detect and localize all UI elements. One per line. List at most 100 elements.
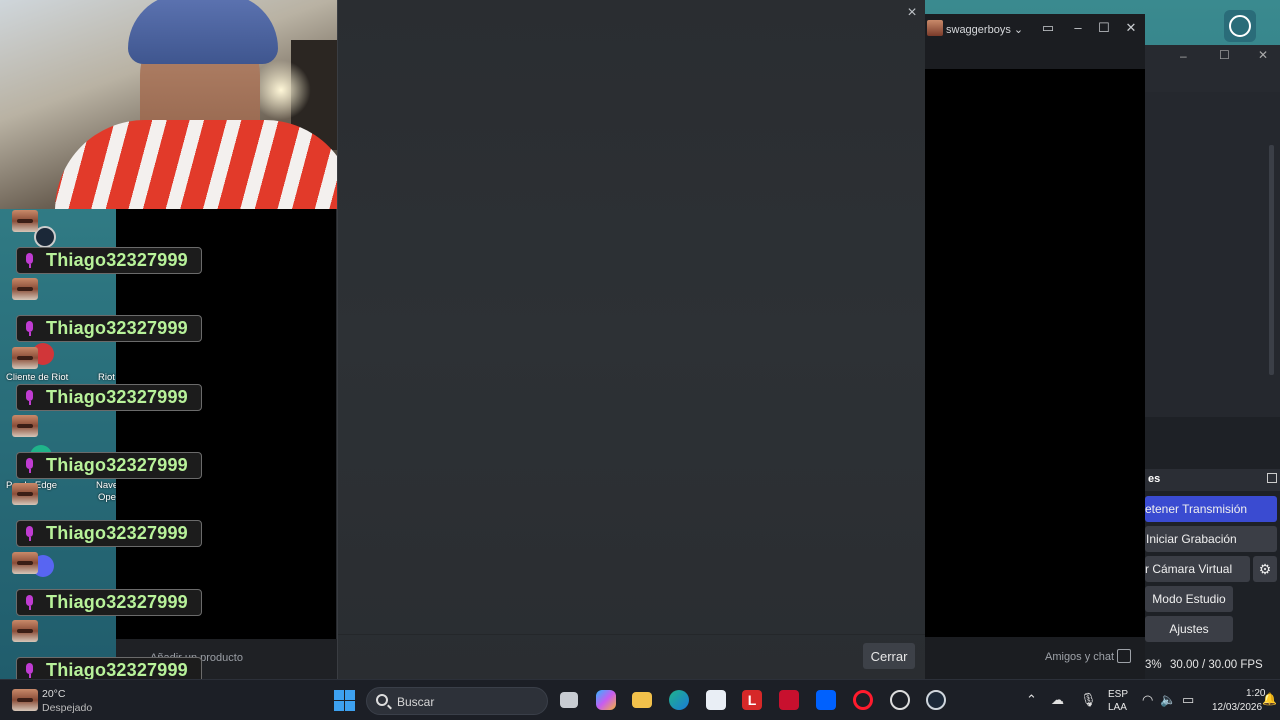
language-code[interactable]: ESP [1108,689,1128,700]
close-icon[interactable]: ✕ [1258,48,1268,62]
microphone-icon[interactable]: 🎙 [1080,692,1097,708]
steam-overlay-dialog: × Cerrar [337,0,926,679]
maximize-icon[interactable]: ☐ [1219,48,1230,62]
desktop-icon-label: Riot [98,372,115,383]
desktop-icon-label: Cliente de Riot [6,372,69,383]
store-icon[interactable] [706,690,726,710]
start-recording-label: Iniciar Grabación [1146,532,1237,546]
settings-label: Ajustes [1169,622,1209,636]
speaker-name: Thiago32327999 [46,250,188,270]
friends-chat-label[interactable]: Amigos y chat [1045,651,1114,663]
cloud-icon[interactable]: ☁ [1051,692,1064,708]
chevron-down-icon: ⌄ [1013,24,1024,36]
dialog-divider [338,634,926,635]
username-text: swaggerboys [946,24,1011,36]
popout-icon[interactable] [1267,473,1277,483]
steam-friends-window: swaggerboys ⌄ ▭ – ☐ ✕ Amigos y chat [925,14,1145,679]
avatar [12,347,38,369]
desktop-icon-label: Nave [96,480,119,491]
chevron-up-icon[interactable]: ⌃ [1026,692,1037,708]
notification-icon[interactable]: 🔔 [1262,692,1277,706]
username-label[interactable]: swaggerboys ⌄ [946,23,1023,36]
close-icon[interactable]: × [903,4,921,22]
taskbar: 20°C Despejado Buscar L ⌃ ☁ 🎙 ESP LAA ◠ … [0,679,1280,720]
search-placeholder: Buscar [397,695,435,709]
maximize-icon[interactable]: ☐ [1095,19,1113,37]
avatar [12,210,38,232]
steam-icon[interactable] [890,690,910,710]
studio-mode-button[interactable]: Modo Estudio [1145,586,1233,612]
webcam-feed [0,0,371,209]
keyboard-layout[interactable]: LAA [1108,702,1127,713]
obs-window: – ☐ ✕ es etener Transmisión Iniciar Grab… [1145,45,1280,679]
dropbox-icon[interactable] [816,690,836,710]
speaker-name: Thiago32327999 [46,660,188,680]
controls-title: es [1148,473,1161,485]
avatar [12,552,38,574]
obs-preview [1145,92,1280,417]
volume-icon[interactable]: 🔈 [1160,692,1176,708]
fps-readout: 30.00 / 30.00 FPS [1170,659,1263,671]
steam-active-icon[interactable] [926,690,946,710]
accessibility-icon[interactable] [1224,10,1256,42]
close-icon[interactable]: ✕ [1122,19,1140,37]
edge-icon[interactable] [669,690,689,710]
speaker-name: Thiago32327999 [46,387,188,407]
microphone-icon [23,525,37,542]
copilot-icon[interactable] [596,690,616,710]
settings-button[interactable]: Ajustes [1145,616,1233,642]
monitor-icon[interactable]: ▭ [1039,19,1057,37]
l-app-icon[interactable]: L [742,690,762,710]
weather-condition: Despejado [42,702,93,714]
friends-footer: Amigos y chat [925,637,1145,679]
friends-header: swaggerboys ⌄ ▭ – ☐ ✕ [925,14,1145,69]
battery-icon[interactable]: ▭ [1182,692,1194,708]
microphone-icon [23,389,37,406]
search-icon [376,694,388,706]
minimize-icon[interactable]: – [1180,49,1187,63]
avatar [12,415,38,437]
wifi-icon[interactable]: ◠ [1142,692,1153,708]
weather-temp: 20°C [42,688,66,700]
list-item: Thiago32327999 [16,384,202,411]
mcafee-icon[interactable] [779,690,799,710]
obs-titlebar: – ☐ ✕ [1145,45,1280,92]
chat-icon[interactable] [1117,649,1131,663]
weather-icon [12,689,38,711]
obs-controls-header: es [1145,469,1280,491]
opera-icon[interactable] [853,690,873,710]
avatar [12,483,38,505]
gear-icon[interactable]: ⚙ [1253,556,1277,582]
clock-date[interactable]: 12/03/2026 [1212,702,1262,713]
avatar[interactable] [927,20,943,36]
task-view-icon[interactable] [560,692,578,708]
virtual-camera-button[interactable]: r Cámara Virtual [1145,556,1250,582]
microphone-icon [23,320,37,337]
list-item: Thiago32327999 [16,247,202,274]
list-item: Thiago32327999 [16,520,202,547]
microphone-icon [23,662,37,679]
cpu-usage: 3% [1145,659,1162,671]
scrollbar[interactable] [1269,145,1274,375]
minimize-icon[interactable]: – [1069,19,1087,37]
file-explorer-icon[interactable] [632,692,652,708]
microphone-icon [23,457,37,474]
start-button[interactable] [334,690,355,711]
avatar [12,278,38,300]
close-button[interactable]: Cerrar [863,643,915,669]
avatar [12,620,38,642]
start-recording-button[interactable]: Iniciar Grabación [1145,526,1277,552]
search-input[interactable]: Buscar [366,687,548,715]
speaker-name: Thiago32327999 [46,455,188,475]
speaker-name: Thiago32327999 [46,318,188,338]
speaker-name: Thiago32327999 [46,592,188,612]
desktop-icon-label: Ope [98,492,116,503]
list-item: Thiago32327999 [16,452,202,479]
stop-stream-label: etener Transmisión [1145,502,1248,516]
list-item: Thiago32327999 [16,589,202,616]
studio-mode-label: Modo Estudio [1152,592,1226,606]
microphone-icon [23,252,37,269]
stop-stream-button[interactable]: etener Transmisión [1145,496,1277,522]
obs-statusbar: 3% 30.00 / 30.00 FPS [1145,655,1280,679]
microphone-icon [23,594,37,611]
